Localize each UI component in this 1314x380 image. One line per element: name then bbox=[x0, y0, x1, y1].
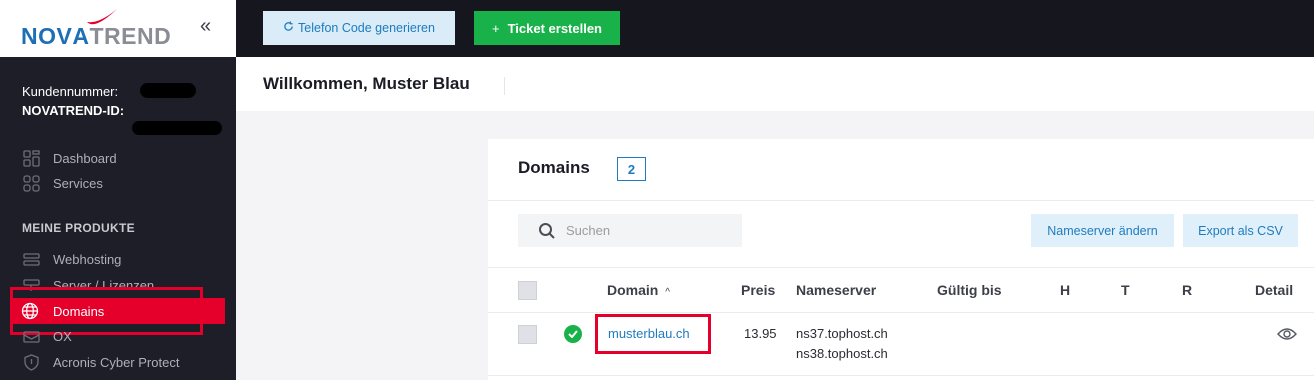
sidebar-item-webhosting[interactable]: Webhosting bbox=[0, 247, 236, 271]
customer-number-row: Kundennummer: bbox=[22, 82, 196, 101]
view-detail-eye-icon[interactable] bbox=[1277, 327, 1297, 346]
redacted-customer-number bbox=[140, 83, 196, 98]
welcome-divider bbox=[504, 77, 505, 95]
table-header: Domain ^ Preis Nameserver Gültig bis H T… bbox=[488, 267, 1314, 313]
refresh-icon bbox=[283, 21, 294, 35]
sort-asc-icon: ^ bbox=[665, 287, 670, 298]
globe-icon bbox=[21, 302, 39, 320]
domains-card-header: Domains 2 bbox=[488, 139, 1314, 201]
search-icon bbox=[538, 222, 556, 245]
phone-code-button[interactable]: Telefon Code generieren bbox=[263, 11, 455, 45]
dashboard-icon bbox=[22, 149, 40, 167]
novatrend-logo[interactable]: NO V A TREND bbox=[21, 8, 171, 50]
customer-info: Kundennummer: NOVATREND-ID: bbox=[22, 82, 222, 135]
redacted-novatrend-id bbox=[132, 121, 222, 135]
top-bar: Telefon Code generieren + Ticket erstell… bbox=[236, 0, 1314, 57]
shield-icon bbox=[22, 353, 40, 371]
collapse-sidebar-icon[interactable]: « bbox=[200, 16, 211, 36]
status-active-icon bbox=[564, 325, 582, 343]
create-ticket-button[interactable]: + Ticket erstellen bbox=[474, 11, 620, 45]
row-checkbox[interactable] bbox=[518, 325, 537, 344]
domain-link[interactable]: musterblau.ch bbox=[608, 326, 690, 341]
sidebar-item-domains[interactable]: Domains bbox=[10, 298, 225, 324]
nameserver-1: ns37.tophost.ch bbox=[796, 326, 888, 341]
domain-price: 13.95 bbox=[744, 326, 777, 341]
sidebar-item-dashboard[interactable]: Dashboard bbox=[0, 146, 236, 170]
plus-icon: + bbox=[491, 20, 500, 36]
domains-title: Domains bbox=[518, 158, 590, 177]
sidebar: NO V A TREND « Kundennummer: NOVATREND-ID: … bbox=[0, 0, 236, 380]
column-price[interactable]: Preis bbox=[741, 282, 775, 298]
server-icon bbox=[22, 276, 40, 294]
sidebar-item-services[interactable]: Services bbox=[0, 171, 236, 195]
welcome-bar: Willkommen, Muster Blau bbox=[236, 57, 1314, 111]
column-nameserver[interactable]: Nameserver bbox=[796, 282, 876, 298]
column-h[interactable]: H bbox=[1060, 282, 1070, 298]
logo-swoosh-icon bbox=[87, 9, 117, 25]
domains-card: Domains 2 Suchen Nameserver ändern Expor… bbox=[488, 139, 1314, 380]
section-title-products: MEINE PRODUKTE bbox=[22, 221, 135, 235]
change-nameserver-button[interactable]: Nameserver ändern bbox=[1031, 214, 1174, 247]
novatrend-id-row: NOVATREND-ID: bbox=[22, 101, 222, 135]
column-r[interactable]: R bbox=[1182, 282, 1192, 298]
ox-icon bbox=[22, 327, 40, 345]
sidebar-item-server-lizenzen[interactable]: Server / Lizenzen bbox=[0, 273, 236, 297]
sidebar-item-acronis[interactable]: Acronis Cyber Protect bbox=[0, 350, 236, 374]
page-title: Willkommen, Muster Blau bbox=[263, 74, 470, 93]
search-placeholder: Suchen bbox=[566, 223, 611, 238]
nameserver-2: ns38.tophost.ch bbox=[796, 346, 888, 361]
column-domain[interactable]: Domain ^ bbox=[607, 282, 670, 298]
services-icon bbox=[22, 174, 40, 192]
sidebar-item-ox[interactable]: OX bbox=[0, 324, 236, 348]
column-t[interactable]: T bbox=[1121, 282, 1130, 298]
domains-count-badge: 2 bbox=[617, 157, 646, 181]
column-detail: Detail bbox=[1255, 282, 1294, 298]
export-csv-button[interactable]: Export als CSV bbox=[1183, 214, 1298, 247]
table-row: musterblau.ch 13.95 ns37.tophost.ch ns38… bbox=[488, 314, 1314, 376]
column-valid-until[interactable]: Gültig bis bbox=[937, 282, 1002, 298]
webhosting-icon bbox=[22, 250, 40, 268]
search-input[interactable]: Suchen bbox=[518, 214, 742, 247]
logo-bar: NO V A TREND « bbox=[0, 0, 236, 57]
select-all-checkbox[interactable] bbox=[518, 281, 537, 300]
